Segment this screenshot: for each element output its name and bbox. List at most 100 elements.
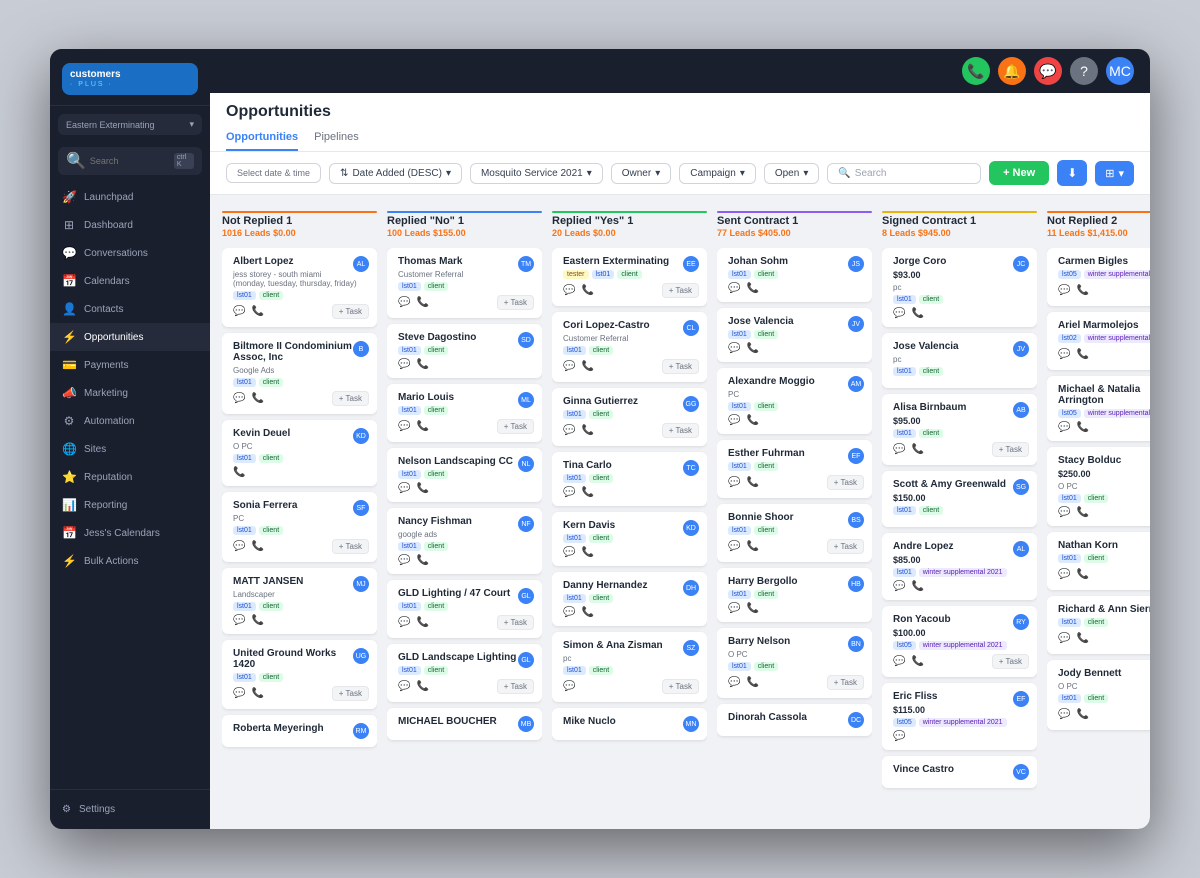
export-button[interactable]: ⬇ <box>1057 160 1087 186</box>
message-icon[interactable]: 💬 <box>893 731 905 742</box>
message-icon[interactable]: 💬 <box>1058 422 1070 433</box>
message-icon[interactable]: 💬 <box>233 393 245 404</box>
phone-icon[interactable]: 📞 <box>416 555 428 566</box>
phone-icon-btn[interactable]: 📞 <box>962 57 990 85</box>
message-icon[interactable]: 💬 <box>728 603 740 614</box>
message-icon[interactable]: 💬 <box>1058 569 1070 580</box>
phone-icon[interactable]: 📞 <box>746 677 758 688</box>
message-icon[interactable]: 💬 <box>563 681 575 692</box>
card[interactable]: HB Harry Bergollo lst01 client 💬 📞 <box>717 568 872 622</box>
card[interactable]: GL GLD Landscape Lighting lst01 client 💬… <box>387 644 542 702</box>
card[interactable]: MN Mike Nuclo <box>552 708 707 740</box>
account-selector[interactable]: Eastern Exterminating ▾ <box>58 114 202 135</box>
card[interactable]: CB Carmen Bigles lst05 winter supplement… <box>1047 248 1150 306</box>
phone-icon[interactable]: 📞 <box>251 688 263 699</box>
card[interactable]: MA Michael & Natalia Arrington lst05 win… <box>1047 376 1150 441</box>
sidebar-item-calendars[interactable]: 📅 Calendars <box>50 267 210 295</box>
phone-icon[interactable]: 📞 <box>1076 569 1088 580</box>
sidebar-item-automation[interactable]: ⚙ Automation <box>50 407 210 435</box>
owner-filter-btn[interactable]: Owner ▾ <box>611 163 671 184</box>
sidebar-item-conversations[interactable]: 💬 Conversations <box>50 239 210 267</box>
card[interactable]: AL Albert Lopez jess storey - south miam… <box>222 248 377 327</box>
add-task-button[interactable]: + Task <box>827 475 864 490</box>
add-task-button[interactable]: + Task <box>497 419 534 434</box>
add-task-button[interactable]: + Task <box>497 679 534 694</box>
card[interactable]: DC Dinorah Cassola <box>717 704 872 736</box>
message-icon[interactable]: 💬 <box>398 617 410 628</box>
sidebar-search[interactable]: 🔍 ctrl K <box>58 147 202 175</box>
card[interactable]: KD Kern Davis lst01 client 💬 📞 <box>552 512 707 566</box>
add-task-button[interactable]: + Task <box>332 391 369 406</box>
card[interactable]: MJ MATT JANSEN Landscaper lst01 client 💬… <box>222 568 377 634</box>
message-icon[interactable]: 💬 <box>893 656 905 667</box>
card[interactable]: RM Roberta Meyeringh <box>222 715 377 747</box>
message-icon-btn[interactable]: 💬 <box>1034 57 1062 85</box>
message-icon[interactable]: 💬 <box>233 688 245 699</box>
card[interactable]: TM Thomas Mark Customer Referral lst01 c… <box>387 248 542 318</box>
card[interactable]: TC Tina Carlo lst01 client 💬 📞 <box>552 452 707 506</box>
add-task-button[interactable]: + Task <box>497 615 534 630</box>
card[interactable]: UG United Ground Works 1420 lst01 client… <box>222 640 377 709</box>
card[interactable]: B Biltmore II Condominium Assoc, Inc Goo… <box>222 333 377 414</box>
card[interactable]: JS Johan Sohm lst01 client 💬 📞 <box>717 248 872 302</box>
sort-filter-btn[interactable]: ⇅ Date Added (DESC) ▾ <box>329 163 462 184</box>
message-icon[interactable]: 💬 <box>893 581 905 592</box>
sidebar-item-sites[interactable]: 🌐 Sites <box>50 435 210 463</box>
phone-icon[interactable]: 📞 <box>251 615 263 626</box>
sidebar-item-reputation[interactable]: ⭐ Reputation <box>50 463 210 491</box>
message-icon[interactable]: 💬 <box>728 541 740 552</box>
card[interactable]: SD Steve Dagostino lst01 client 💬 📞 <box>387 324 542 378</box>
add-task-button[interactable]: + Task <box>332 304 369 319</box>
card[interactable]: DH Danny Hernandez lst01 client 💬 📞 <box>552 572 707 626</box>
phone-icon[interactable]: 📞 <box>1076 349 1088 360</box>
sidebar-item-jess-calendars[interactable]: 📅 Jess's Calendars <box>50 519 210 547</box>
new-opportunity-button[interactable]: + New <box>989 161 1049 185</box>
message-icon[interactable]: 💬 <box>233 541 245 552</box>
message-icon[interactable]: 💬 <box>563 285 575 296</box>
add-task-button[interactable]: + Task <box>662 283 699 298</box>
card[interactable]: EF Esther Fuhrman lst01 client 💬 📞 + Tas… <box>717 440 872 498</box>
message-icon[interactable]: 💬 <box>398 483 410 494</box>
phone-icon[interactable]: 📞 <box>581 607 593 618</box>
sidebar-item-reporting[interactable]: 📊 Reporting <box>50 491 210 519</box>
card[interactable]: VC Vince Castro <box>882 756 1037 788</box>
card[interactable]: AB Alisa Birnbaum $95.00 lst01 client 💬 … <box>882 394 1037 465</box>
sidebar-item-launchpad[interactable]: 🚀 Launchpad <box>50 183 210 211</box>
card[interactable]: EE Eastern Exterminating tester lst01 cl… <box>552 248 707 306</box>
board-search[interactable]: 🔍 Search <box>827 163 981 184</box>
phone-icon[interactable]: 📞 <box>581 487 593 498</box>
message-icon[interactable]: 💬 <box>398 555 410 566</box>
card[interactable]: RY Ron Yacoub $100.00 lst05 winter suppl… <box>882 606 1037 677</box>
sidebar-item-payments[interactable]: 💳 Payments <box>50 351 210 379</box>
card[interactable]: SG Scott & Amy Greenwald $150.00 lst01 c… <box>882 471 1037 527</box>
phone-icon[interactable]: 📞 <box>251 306 263 317</box>
message-icon[interactable]: 💬 <box>728 415 740 426</box>
card[interactable]: AM Alexandre Moggio PC lst01 client 💬 📞 <box>717 368 872 434</box>
phone-icon[interactable]: 📞 <box>416 617 428 628</box>
date-filter-btn[interactable]: Select date & time <box>226 163 321 183</box>
card[interactable]: KD Kevin Deuel O PC lst01 client 📞 <box>222 420 377 486</box>
message-icon[interactable]: 💬 <box>563 607 575 618</box>
message-icon[interactable]: 💬 <box>563 547 575 558</box>
logo[interactable]: customers · PLUS · <box>62 63 198 95</box>
add-task-button[interactable]: + Task <box>662 679 699 694</box>
pipeline-filter-btn[interactable]: Mosquito Service 2021 ▾ <box>470 163 603 184</box>
sidebar-item-marketing[interactable]: 📣 Marketing <box>50 379 210 407</box>
card[interactable]: SF Sonia Ferrera PC lst01 client 💬 📞 <box>222 492 377 562</box>
add-task-button[interactable]: + Task <box>662 359 699 374</box>
message-icon[interactable]: 💬 <box>728 677 740 688</box>
sidebar-item-settings[interactable]: ⚙ Settings <box>58 798 202 821</box>
phone-icon[interactable]: 📞 <box>251 541 263 552</box>
phone-icon[interactable]: 📞 <box>581 285 593 296</box>
message-icon[interactable]: 💬 <box>1058 507 1070 518</box>
sidebar-item-bulk-actions[interactable]: ⚡ Bulk Actions <box>50 547 210 575</box>
message-icon[interactable]: 💬 <box>398 297 410 308</box>
card[interactable]: AM Ariel Marmolejos lst02 winter supplem… <box>1047 312 1150 370</box>
card[interactable]: MB MICHAEL BOUCHER <box>387 708 542 740</box>
card[interactable]: JV Jose Valencia pc lst01 client <box>882 333 1037 388</box>
message-icon[interactable]: 💬 <box>1058 709 1070 720</box>
message-icon[interactable]: 💬 <box>728 283 740 294</box>
message-icon[interactable]: 💬 <box>233 615 245 626</box>
message-icon[interactable]: 💬 <box>1058 349 1070 360</box>
phone-icon[interactable]: 📞 <box>581 361 593 372</box>
